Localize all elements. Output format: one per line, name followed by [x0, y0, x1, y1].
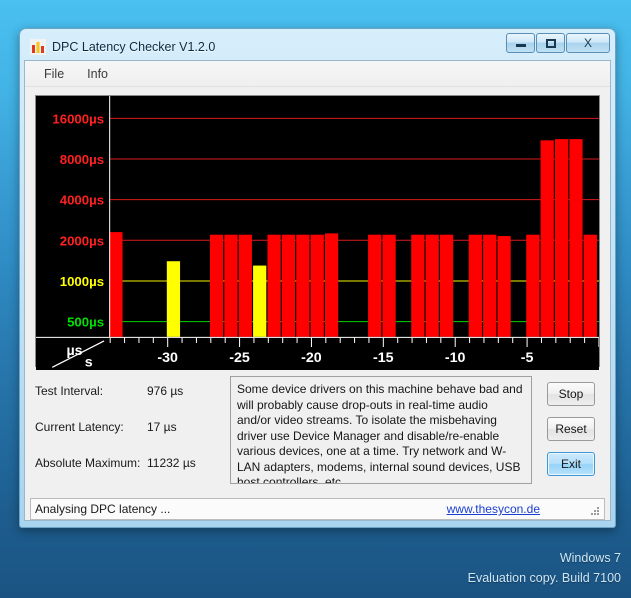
window-title: DPC Latency Checker V1.2.0 [52, 39, 216, 54]
absolute-maximum-value: 11232 µs [147, 456, 196, 470]
stat-row: Absolute Maximum: 11232 µs [35, 456, 220, 492]
svg-text:2000µs: 2000µs [60, 233, 104, 248]
info-row: Test Interval: 976 µs Current Latency: 1… [35, 376, 600, 484]
menu-bar: File Info [25, 61, 610, 87]
menu-item-info[interactable]: Info [78, 64, 117, 84]
maximize-button[interactable] [536, 33, 565, 53]
stat-row: Test Interval: 976 µs [35, 384, 220, 420]
minimize-icon [515, 44, 526, 47]
maximize-icon [545, 38, 556, 48]
window-controls: X [506, 33, 610, 53]
website-link[interactable]: www.thesycon.de [447, 502, 540, 516]
close-icon: X [583, 36, 592, 50]
desktop-watermark: Windows 7 Evaluation copy. Build 7100 [468, 548, 621, 588]
stats-panel: Test Interval: 976 µs Current Latency: 1… [35, 376, 220, 484]
svg-text:4000µs: 4000µs [60, 193, 104, 208]
action-buttons: Stop Reset Exit [542, 376, 600, 484]
stat-row: Current Latency: 17 µs [35, 420, 220, 456]
svg-text:s: s [85, 354, 93, 370]
current-latency-label: Current Latency: [35, 420, 124, 434]
close-button[interactable]: X [566, 33, 610, 53]
menu-item-file[interactable]: File [35, 64, 73, 84]
svg-text:-15: -15 [373, 350, 394, 366]
stop-button[interactable]: Stop [547, 382, 595, 406]
main-body: 16000µs 8000µs 4000µs 2000µs 1000µs 500µs -30 -… [25, 87, 610, 494]
absolute-maximum-label: Absolute Maximum: [35, 456, 141, 470]
reset-button[interactable]: Reset [547, 417, 595, 441]
bar-chart-icon [30, 38, 46, 55]
title-bar[interactable]: DPC Latency Checker V1.2.0 X [24, 33, 611, 60]
client-area: File Info 16000µs 8000µs 4000µs 2000µs 1000µ… [24, 60, 611, 521]
watermark-line-1: Windows 7 [559, 551, 621, 565]
test-interval-value: 976 µs [147, 384, 184, 398]
current-latency-value: 17 µs [147, 420, 177, 434]
svg-text:500µs: 500µs [67, 315, 104, 330]
description-box: Some device drivers on this machine beha… [230, 376, 532, 484]
latency-chart-svg: 16000µs 8000µs 4000µs 2000µs 1000µs 500µs -30 -… [36, 96, 599, 371]
svg-text:-10: -10 [445, 350, 466, 366]
svg-text:1000µs: 1000µs [60, 274, 104, 289]
resize-grip-icon[interactable] [589, 505, 601, 517]
svg-text:-20: -20 [301, 350, 322, 366]
svg-text:-25: -25 [229, 350, 250, 366]
latency-chart: 16000µs 8000µs 4000µs 2000µs 1000µs 500µs -30 -… [35, 95, 600, 371]
svg-text:µs: µs [66, 343, 82, 359]
svg-text:16000µs: 16000µs [52, 111, 104, 126]
svg-text:8000µs: 8000µs [60, 152, 104, 167]
svg-text:-5: -5 [521, 350, 534, 366]
test-interval-label: Test Interval: [35, 384, 104, 398]
watermark-line-2: Evaluation copy. Build 7100 [467, 571, 621, 585]
svg-text:-30: -30 [157, 350, 178, 366]
application-window: DPC Latency Checker V1.2.0 X File Info 1… [19, 28, 616, 528]
status-bar: Analysing DPC latency ... www.thesycon.d… [30, 498, 605, 520]
minimize-button[interactable] [506, 33, 535, 53]
exit-button[interactable]: Exit [547, 452, 595, 476]
status-text: Analysing DPC latency ... [35, 502, 171, 516]
